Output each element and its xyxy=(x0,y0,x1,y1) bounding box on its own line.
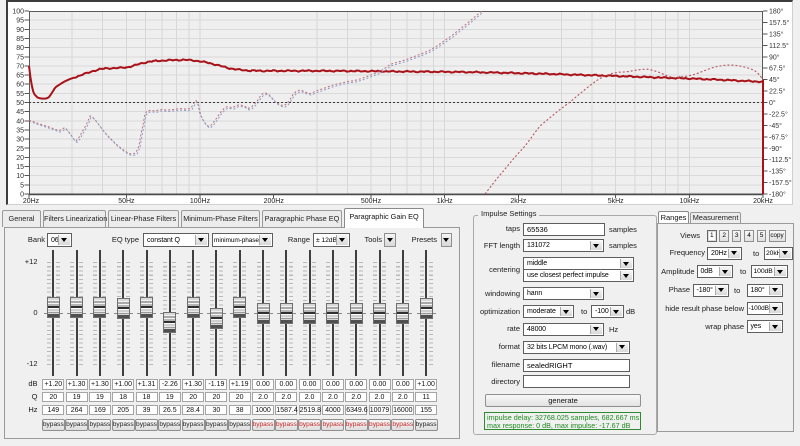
svg-text:45°: 45° xyxy=(769,76,780,84)
svg-text:50: 50 xyxy=(16,100,24,107)
svg-text:20kHz: 20kHz xyxy=(753,198,773,205)
svg-text:5: 5 xyxy=(20,182,24,189)
svg-text:20: 20 xyxy=(16,155,24,162)
svg-text:45: 45 xyxy=(16,109,24,116)
svg-text:70: 70 xyxy=(16,63,24,70)
svg-text:200Hz: 200Hz xyxy=(264,198,285,205)
svg-text:157.5°: 157.5° xyxy=(769,19,790,27)
svg-text:-135°: -135° xyxy=(769,168,786,176)
svg-text:90°: 90° xyxy=(769,53,780,61)
svg-text:80: 80 xyxy=(16,45,24,52)
svg-text:85: 85 xyxy=(16,36,24,43)
svg-text:60: 60 xyxy=(16,82,24,89)
svg-text:65: 65 xyxy=(16,73,24,80)
svg-text:10: 10 xyxy=(16,173,24,180)
svg-text:112.5°: 112.5° xyxy=(769,42,789,50)
svg-text:67.5°: 67.5° xyxy=(769,65,786,73)
svg-text:35: 35 xyxy=(16,127,24,134)
svg-text:180°: 180° xyxy=(769,8,784,16)
svg-text:0°: 0° xyxy=(769,99,776,107)
svg-text:-67.5°: -67.5° xyxy=(769,133,788,141)
svg-text:-157.5°: -157.5° xyxy=(769,179,792,187)
svg-text:-112.5°: -112.5° xyxy=(769,156,791,164)
svg-text:2kHz: 2kHz xyxy=(510,198,526,205)
svg-text:22.5°: 22.5° xyxy=(769,88,786,96)
svg-text:-45°: -45° xyxy=(769,122,782,130)
svg-text:55: 55 xyxy=(16,91,24,98)
svg-text:-90°: -90° xyxy=(769,145,782,153)
svg-text:100: 100 xyxy=(12,9,24,16)
svg-text:-22.5°: -22.5° xyxy=(769,110,788,118)
svg-text:15: 15 xyxy=(16,164,24,171)
svg-text:500Hz: 500Hz xyxy=(361,198,382,205)
svg-text:30: 30 xyxy=(16,137,24,144)
svg-text:1kHz: 1kHz xyxy=(437,198,453,205)
svg-text:50Hz: 50Hz xyxy=(118,198,135,205)
svg-text:20Hz: 20Hz xyxy=(23,198,40,205)
svg-text:100Hz: 100Hz xyxy=(190,198,211,205)
svg-text:95: 95 xyxy=(16,18,24,25)
svg-text:10kHz: 10kHz xyxy=(679,198,699,205)
svg-text:25: 25 xyxy=(16,146,24,153)
svg-text:90: 90 xyxy=(16,27,24,34)
svg-text:75: 75 xyxy=(16,54,24,61)
svg-text:5kHz: 5kHz xyxy=(608,198,624,205)
svg-text:135°: 135° xyxy=(769,30,784,38)
svg-text:40: 40 xyxy=(16,118,24,125)
